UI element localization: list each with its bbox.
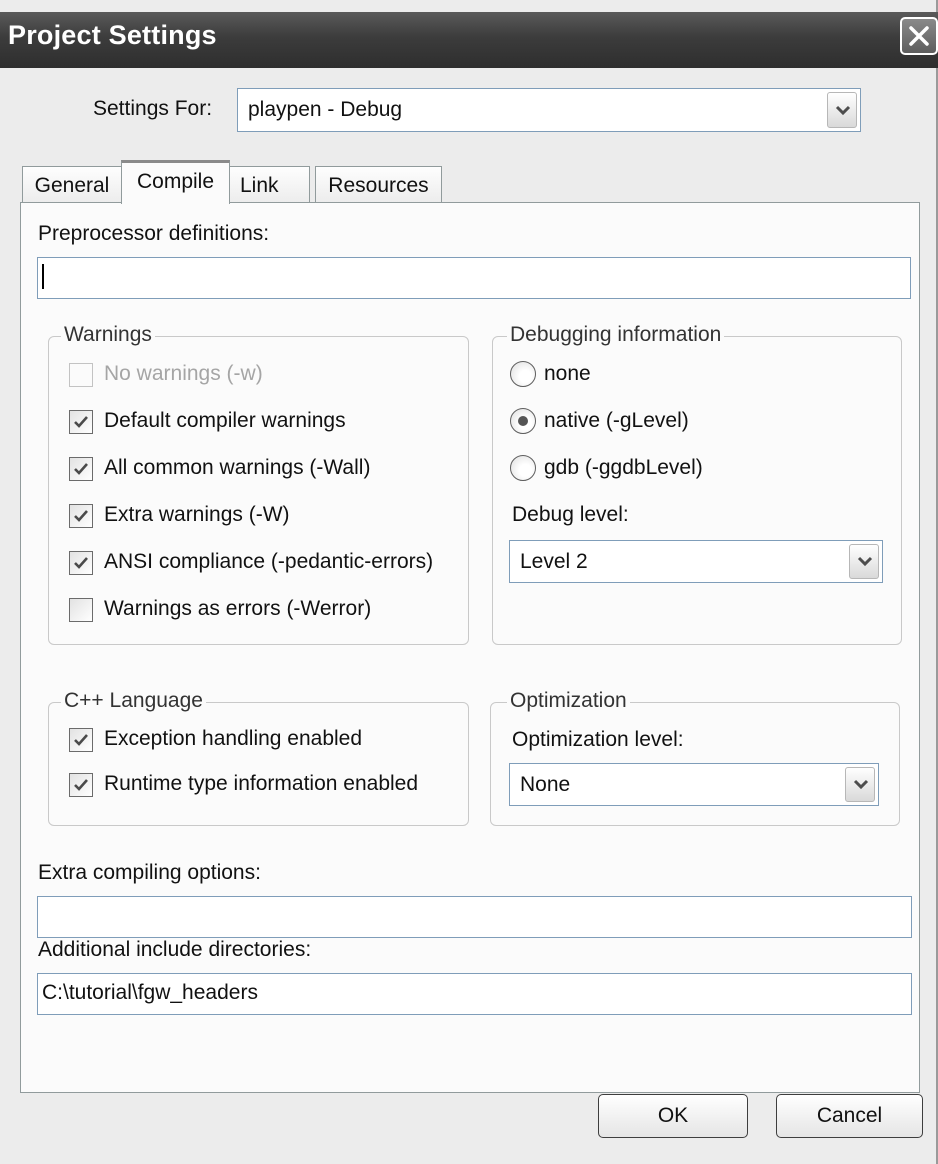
- ok-button[interactable]: OK: [598, 1094, 748, 1138]
- optimization-level-select[interactable]: None: [509, 763, 879, 806]
- cpp-language-group-title: C++ Language: [61, 689, 206, 713]
- tab-link[interactable]: Link: [229, 166, 310, 203]
- rtti-checkbox[interactable]: [69, 773, 93, 797]
- optimization-group-title: Optimization: [507, 689, 630, 713]
- wall-checkbox[interactable]: [69, 457, 93, 481]
- settings-for-select[interactable]: playpen - Debug: [237, 88, 861, 132]
- cpp-language-group: [48, 702, 469, 826]
- extra-options-label: Extra compiling options:: [38, 861, 261, 884]
- checkmark-icon: [74, 734, 88, 746]
- optimization-level-label: Optimization level:: [512, 728, 684, 751]
- checkmark-icon: [74, 510, 88, 522]
- include-dirs-input[interactable]: C:\tutorial\fgw_headers: [37, 973, 912, 1015]
- optimization-level-value: None: [520, 773, 571, 796]
- debug-gdb-radio[interactable]: [510, 455, 536, 481]
- debug-gdb-label: gdb (-ggdbLevel): [544, 456, 703, 479]
- ok-button-label: OK: [657, 1104, 689, 1127]
- exception-handling-checkbox[interactable]: [69, 728, 93, 752]
- chevron-down-icon: [857, 556, 873, 567]
- optimization-level-dropdown-button[interactable]: [845, 767, 875, 802]
- checkmark-icon: [74, 463, 88, 475]
- debug-none-label: none: [544, 362, 591, 385]
- checkmark-icon: [74, 416, 88, 428]
- window-title: Project Settings: [8, 20, 217, 50]
- debug-level-label: Debug level:: [512, 503, 629, 526]
- tab-compile[interactable]: Compile: [121, 160, 230, 204]
- debug-native-radio[interactable]: [510, 408, 536, 434]
- settings-for-dropdown-button[interactable]: [827, 92, 857, 128]
- no-warnings-checkbox[interactable]: [69, 363, 93, 387]
- chevron-down-icon: [835, 105, 851, 116]
- extra-warnings-label: Extra warnings (-W): [104, 503, 290, 526]
- debug-none-radio[interactable]: [510, 361, 536, 387]
- exception-handling-label: Exception handling enabled: [104, 727, 363, 750]
- checkmark-icon: [74, 557, 88, 569]
- project-settings-dialog: Project Settings Settings For: playpen -…: [0, 0, 938, 1164]
- ansi-compliance-checkbox[interactable]: [69, 551, 93, 575]
- cancel-button-label: Cancel: [816, 1104, 883, 1127]
- tab-resources-label: Resources: [328, 174, 429, 197]
- rtti-label: Runtime type information enabled: [104, 772, 419, 795]
- close-icon: [909, 26, 929, 46]
- cancel-button[interactable]: Cancel: [776, 1094, 923, 1138]
- warnings-as-errors-label: Warnings as errors (-Werror): [104, 597, 372, 620]
- debug-level-value: Level 2: [520, 550, 588, 573]
- debug-level-select[interactable]: Level 2: [509, 540, 883, 583]
- radio-selected-dot: [518, 416, 528, 426]
- preprocessor-label: Preprocessor definitions:: [38, 222, 270, 245]
- include-dirs-label: Additional include directories:: [38, 938, 312, 961]
- close-button[interactable]: [900, 17, 938, 55]
- tab-link-label: Link: [240, 174, 279, 197]
- title-bar[interactable]: Project Settings: [0, 12, 938, 68]
- include-dirs-value: C:\tutorial\fgw_headers: [42, 981, 258, 1004]
- no-warnings-label: No warnings (-w): [104, 362, 263, 385]
- warnings-as-errors-checkbox[interactable]: [69, 598, 93, 622]
- ansi-compliance-label: ANSI compliance (-pedantic-errors): [104, 550, 434, 573]
- checkmark-icon: [74, 779, 88, 791]
- settings-for-value: playpen - Debug: [248, 98, 403, 121]
- tab-general[interactable]: General: [22, 166, 122, 203]
- preprocessor-input[interactable]: [37, 257, 911, 299]
- extra-warnings-checkbox[interactable]: [69, 504, 93, 528]
- warnings-group-title: Warnings: [61, 323, 155, 347]
- settings-for-label: Settings For:: [93, 97, 213, 120]
- debug-native-label: native (-gLevel): [544, 409, 689, 432]
- tab-resources[interactable]: Resources: [315, 166, 442, 203]
- chevron-down-icon: [853, 779, 869, 790]
- text-caret: [42, 264, 44, 289]
- debug-level-dropdown-button[interactable]: [849, 544, 879, 579]
- wall-label: All common warnings (-Wall): [104, 456, 371, 479]
- extra-options-input[interactable]: [37, 896, 912, 938]
- compile-tab-panel: Preprocessor definitions: Warnings No wa…: [20, 202, 920, 1093]
- debugging-group-title: Debugging information: [507, 323, 725, 347]
- tab-general-label: General: [34, 174, 110, 197]
- tab-compile-label: Compile: [136, 170, 215, 193]
- default-warnings-checkbox[interactable]: [69, 410, 93, 434]
- default-warnings-label: Default compiler warnings: [104, 409, 346, 432]
